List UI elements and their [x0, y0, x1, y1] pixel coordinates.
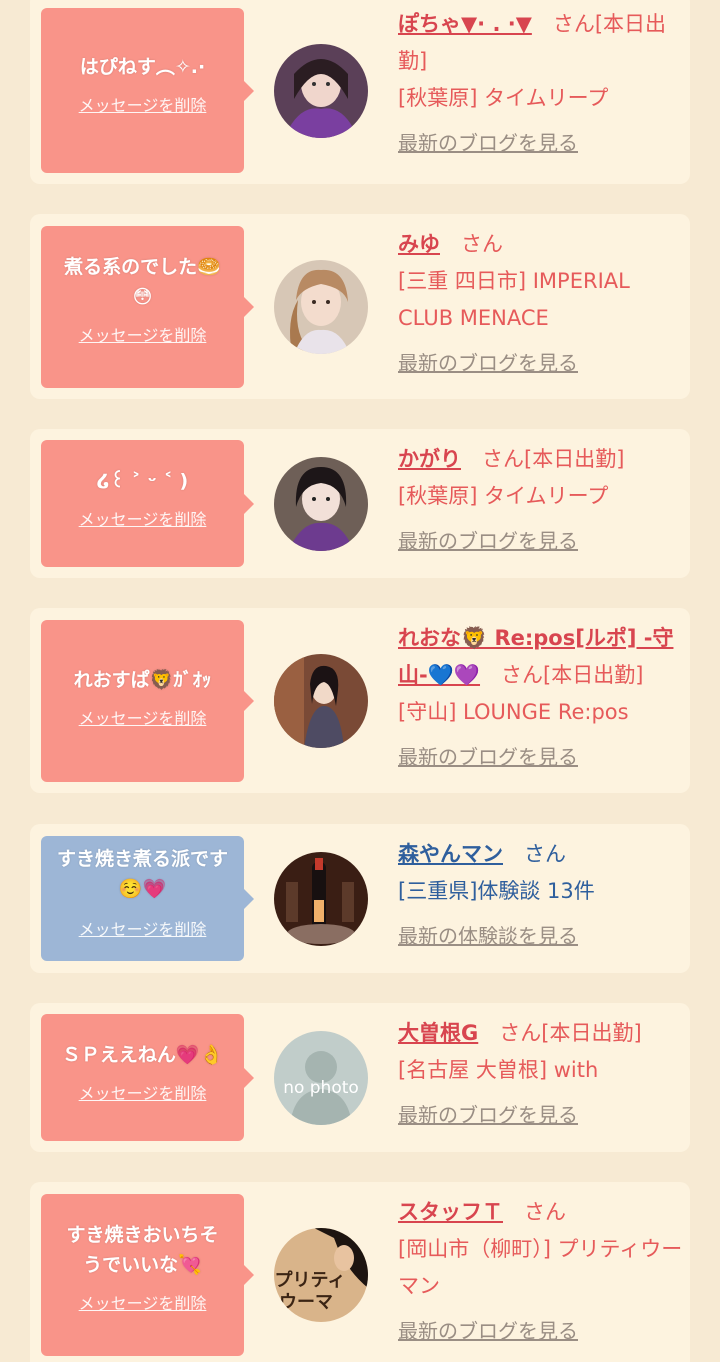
- message-bubble: ＳＰええねん💗👌 メッセージを削除: [41, 1014, 254, 1141]
- latest-blog-link[interactable]: 最新のブログを見る: [398, 523, 683, 560]
- review-count: [三重県]体験談 13件: [398, 879, 595, 903]
- shop-location: [秋葉原] タイムリープ: [398, 86, 609, 110]
- avatar[interactable]: [274, 852, 368, 946]
- avatar[interactable]: [274, 457, 368, 551]
- message-text: はぴねす︵✧.·: [79, 56, 206, 78]
- cast-name-link[interactable]: 大曽根G: [398, 1021, 478, 1045]
- message-text: れおすぱ🦁ｶﾞｵｯ: [73, 669, 212, 691]
- message-bubble: はぴねす︵✧.· メッセージを削除: [41, 8, 254, 173]
- cast-name-link[interactable]: みゆ: [398, 232, 440, 256]
- attendance-badge: [本日出勤]: [543, 663, 644, 687]
- shop-location: [岡山市（柳町）] プリティウーマン: [398, 1237, 683, 1298]
- entry-info: ぽちゃ▼· . ·▼ さん[本日出勤] [秋葉原] タイムリープ 最新のブログを…: [398, 6, 683, 162]
- entry-info: 大曽根G さん[本日出勤] [名古屋 大曽根] with 最新のブログを見る: [398, 1015, 683, 1134]
- delete-message-link[interactable]: メッセージを削除: [41, 506, 244, 530]
- shop-location: [秋葉原] タイムリープ: [398, 484, 609, 508]
- san-label: さん: [499, 1021, 542, 1045]
- san-label: さん: [524, 1200, 566, 1224]
- cast-name-link[interactable]: スタッフＴ: [398, 1200, 503, 1224]
- san-label: さん: [482, 447, 524, 471]
- delete-message-link[interactable]: メッセージを削除: [41, 92, 244, 116]
- shop-location: [三重 四日市] IMPERIAL CLUB MENACE: [398, 269, 630, 330]
- message-bubble: ໒꒰ ˃ ᵕ ˂ ) メッセージを削除: [41, 440, 254, 567]
- delete-message-link[interactable]: メッセージを削除: [41, 916, 244, 940]
- latest-review-link[interactable]: 最新の体験談を見る: [398, 918, 683, 955]
- svg-text:ウーマ: ウーマ: [279, 1292, 333, 1313]
- delete-message-link[interactable]: メッセージを削除: [41, 1290, 244, 1314]
- avatar[interactable]: [274, 44, 368, 138]
- svg-text:プリティ: プリティ: [275, 1269, 346, 1291]
- message-card: すき焼き煮る派です☺️💗 メッセージを削除 森やんマン さん [三重県]体験談 …: [30, 824, 690, 973]
- san-label: さん: [501, 663, 544, 687]
- shop-location: [名古屋 大曽根] with: [398, 1058, 599, 1082]
- delete-message-link[interactable]: メッセージを削除: [41, 705, 244, 729]
- reviewer-name-link[interactable]: 森やんマン: [398, 842, 503, 866]
- latest-blog-link[interactable]: 最新のブログを見る: [398, 345, 683, 382]
- no-photo-label: no photo: [283, 1078, 359, 1098]
- message-card: 煮る系のでした🥯😳 メッセージを削除 みゆ さん [三重 四日市] IMPERI…: [30, 214, 690, 399]
- message-card: れおすぱ🦁ｶﾞｵｯ メッセージを削除 れおな🦁 Re:pos[ルポ] -守山-💙…: [30, 608, 690, 793]
- shop-location: [守山] LOUNGE Re:pos: [398, 700, 629, 724]
- latest-blog-link[interactable]: 最新のブログを見る: [398, 739, 683, 776]
- message-text: すき焼き煮る派です☺️💗: [56, 848, 228, 900]
- san-label: さん: [552, 12, 595, 36]
- latest-blog-link[interactable]: 最新のブログを見る: [398, 1313, 683, 1350]
- attendance-badge: [本日出勤]: [541, 1021, 642, 1045]
- entry-info: みゆ さん [三重 四日市] IMPERIAL CLUB MENACE 最新のブ…: [398, 226, 683, 382]
- message-bubble: 煮る系のでした🥯😳 メッセージを削除: [41, 226, 254, 388]
- message-bubble: すき焼き煮る派です☺️💗 メッセージを削除: [41, 836, 254, 961]
- latest-blog-link[interactable]: 最新のブログを見る: [398, 1097, 683, 1134]
- entry-info: かがり さん[本日出勤] [秋葉原] タイムリープ 最新のブログを見る: [398, 441, 683, 560]
- avatar[interactable]: [274, 260, 368, 354]
- message-text: ＳＰええねん💗👌: [61, 1044, 224, 1066]
- message-text: すき焼きおいちそうでいいな💘: [66, 1224, 219, 1276]
- avatar[interactable]: no photo: [274, 1031, 368, 1125]
- message-card: すき焼きおいちそうでいいな💘 メッセージを削除 プリティ ウーマ スタッフＴ さん…: [30, 1182, 690, 1362]
- san-label: さん: [524, 842, 566, 866]
- cast-name-link[interactable]: ぽちゃ▼· . ·▼: [398, 12, 532, 36]
- message-text: 煮る系のでした🥯😳: [64, 256, 221, 308]
- message-card: ໒꒰ ˃ ᵕ ˂ ) メッセージを削除 かがり さん[本日出勤] [秋葉原] タ…: [30, 429, 690, 578]
- message-list: はぴねす︵✧.· メッセージを削除 ぽちゃ▼· . ·▼ さん[本日出勤] [秋…: [0, 0, 720, 1362]
- message-card: ＳＰええねん💗👌 メッセージを削除 no photo 大曽根G さん[本日出勤]…: [30, 1003, 690, 1152]
- cast-name-link[interactable]: かがり: [398, 447, 461, 471]
- attendance-badge: [本日出勤]: [524, 447, 625, 471]
- entry-info: スタッフＴ さん [岡山市（柳町）] プリティウーマン 最新のブログを見る: [398, 1194, 683, 1350]
- message-bubble: れおすぱ🦁ｶﾞｵｯ メッセージを削除: [41, 620, 254, 782]
- delete-message-link[interactable]: メッセージを削除: [41, 322, 244, 346]
- avatar[interactable]: [274, 654, 368, 748]
- avatar[interactable]: プリティ ウーマ: [274, 1228, 368, 1322]
- message-text: ໒꒰ ˃ ᵕ ˂ ): [96, 470, 189, 492]
- message-card: はぴねす︵✧.· メッセージを削除 ぽちゃ▼· . ·▼ さん[本日出勤] [秋…: [30, 0, 690, 184]
- san-label: さん: [461, 232, 503, 256]
- entry-info: れおな🦁 Re:pos[ルポ] -守山-💙💜 さん[本日出勤] [守山] LOU…: [398, 620, 683, 776]
- latest-blog-link[interactable]: 最新のブログを見る: [398, 125, 683, 162]
- message-bubble: すき焼きおいちそうでいいな💘 メッセージを削除: [41, 1194, 254, 1356]
- entry-info: 森やんマン さん [三重県]体験談 13件 最新の体験談を見る: [398, 836, 683, 955]
- delete-message-link[interactable]: メッセージを削除: [41, 1080, 244, 1104]
